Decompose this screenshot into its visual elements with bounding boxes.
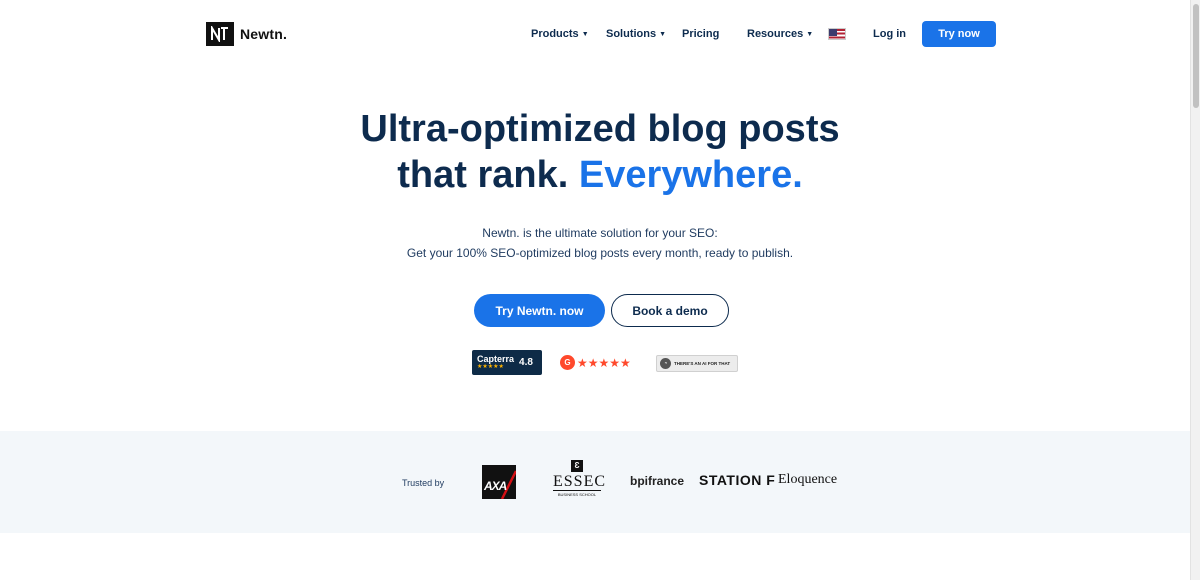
nav-item-pricing[interactable]: Pricing bbox=[682, 28, 719, 40]
nav-item-label: Pricing bbox=[682, 28, 720, 40]
essec-emblem-icon: Ɛ bbox=[571, 460, 583, 472]
taaft-text: THERE'S AN AI FOR THAT bbox=[674, 361, 731, 366]
g2-stars: ★★★★★ bbox=[577, 355, 631, 370]
hero-title: Ultra-optimized blog posts that rank. Ev… bbox=[0, 106, 1200, 198]
try-newtn-button[interactable]: Try Newtn. now bbox=[474, 294, 605, 327]
brand-name: Newtn. bbox=[240, 26, 288, 42]
hero-title-line1: Ultra-optimized blog posts bbox=[360, 108, 840, 150]
axa-logo-text: AXA bbox=[484, 479, 507, 493]
hero-title-line2: that rank. bbox=[397, 154, 569, 196]
capterra-stars: ★★★★★ bbox=[477, 364, 504, 370]
page-scrollbar[interactable] bbox=[1190, 0, 1200, 580]
essec-logo: Ɛ ESSEC BUSINESS SCHOOL bbox=[553, 460, 607, 497]
axa-logo: AXA bbox=[482, 465, 516, 499]
nav-item-label: Resources bbox=[747, 28, 804, 40]
brand-logo[interactable]: Newtn. bbox=[206, 22, 287, 46]
capterra-name: Capterra bbox=[477, 354, 515, 364]
book-demo-button[interactable]: Book a demo bbox=[611, 294, 729, 327]
nav-item-products[interactable]: Products ▼ bbox=[531, 28, 589, 40]
eloquence-logo: Eloquence bbox=[778, 472, 838, 487]
hero-title-accent: Everywhere. bbox=[578, 154, 803, 196]
nav-item-resources[interactable]: Resources ▼ bbox=[747, 28, 813, 40]
hero-subtitle: Newtn. is the ultimate solution for your… bbox=[0, 223, 1200, 263]
capterra-score: 4.8 bbox=[519, 357, 533, 368]
hero-subtitle-line1: Newtn. is the ultimate solution for your… bbox=[482, 226, 718, 240]
capterra-badge[interactable]: Capterra ★★★★★ 4.8 bbox=[472, 350, 542, 375]
taaft-logo-icon: ◔ bbox=[660, 358, 671, 369]
chevron-down-icon: ▼ bbox=[581, 30, 589, 38]
try-now-button[interactable]: Try now bbox=[922, 21, 996, 47]
us-flag-icon[interactable] bbox=[828, 28, 846, 40]
station-f-logo: STATION F bbox=[699, 472, 776, 488]
login-link[interactable]: Log in bbox=[873, 28, 906, 40]
chevron-down-icon: ▼ bbox=[806, 30, 814, 38]
essec-logo-text: ESSEC bbox=[553, 473, 607, 490]
nav-item-label: Solutions bbox=[606, 28, 657, 40]
nav-item-solutions[interactable]: Solutions ▼ bbox=[606, 28, 666, 40]
taaft-badge[interactable]: ◔ THERE'S AN AI FOR THAT bbox=[656, 355, 738, 372]
g2-logo-icon: G bbox=[560, 355, 575, 370]
trusted-by-label: Trusted by bbox=[402, 478, 445, 488]
essec-logo-subtext: BUSINESS SCHOOL bbox=[553, 490, 601, 497]
chevron-down-icon: ▼ bbox=[659, 30, 667, 38]
bpifrance-logo: bpifrance bbox=[630, 474, 685, 488]
scrollbar-thumb[interactable] bbox=[1193, 4, 1199, 108]
newtn-logo-icon bbox=[206, 22, 234, 46]
g2-badge[interactable]: G ★★★★★ bbox=[560, 355, 631, 370]
nav-item-label: Products bbox=[531, 28, 579, 40]
top-nav: Newtn. Products ▼ Solutions ▼ Pricing Re… bbox=[0, 0, 1190, 68]
hero-subtitle-line2: Get your 100% SEO-optimized blog posts e… bbox=[406, 246, 794, 260]
